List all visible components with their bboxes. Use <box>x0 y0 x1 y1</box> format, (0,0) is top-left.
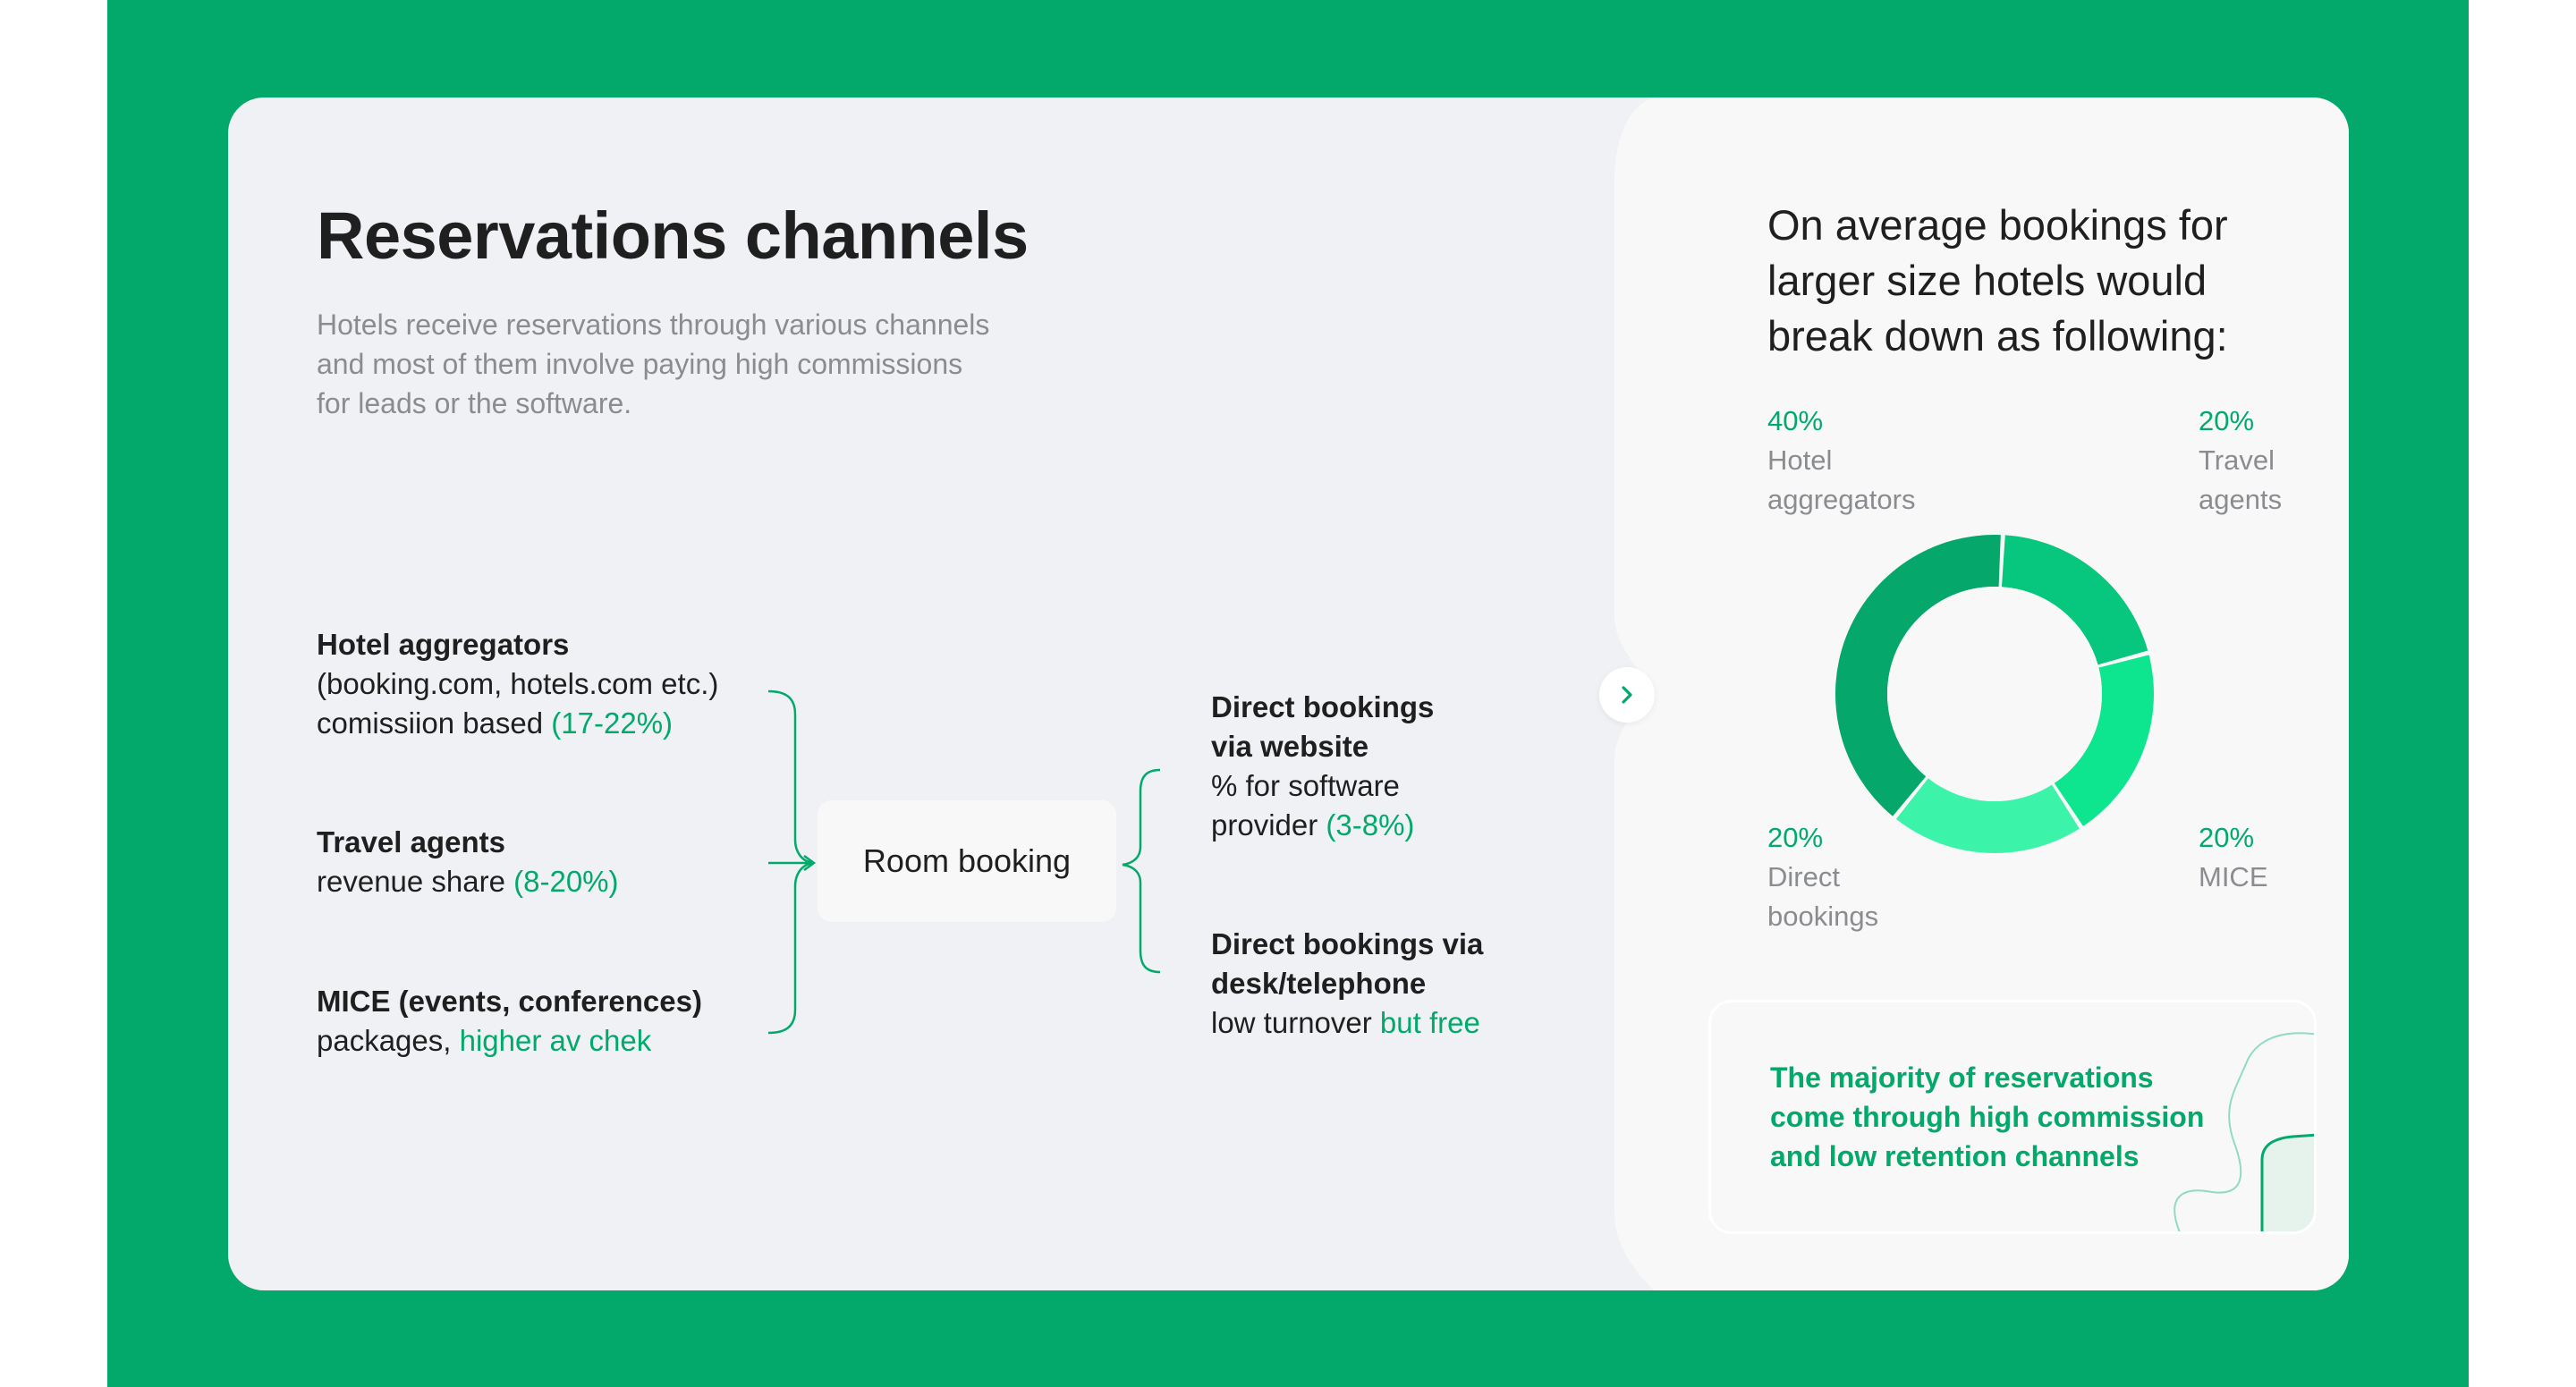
decorative-bar-shape <box>2260 1133 2314 1231</box>
commission-rate: but free <box>1379 1006 1480 1039</box>
source-detail: (booking.com, hotels.com etc.) <box>317 667 719 700</box>
label-name-line2: agents <box>2199 484 2283 515</box>
output-commission: low turnover but free <box>1211 1006 1480 1039</box>
output-name-line2: via website <box>1211 730 1369 763</box>
source-name: Hotel aggregators <box>317 628 570 661</box>
breakdown-title: On average bookings for larger size hote… <box>1767 201 2228 359</box>
output-name-line2: desk/telephone <box>1211 967 1427 1000</box>
output-direct-website: Direct bookings via website % for softwa… <box>1211 688 1434 845</box>
chevron-right-icon <box>1622 686 1632 704</box>
label-name-line2: bookings <box>1767 901 1879 932</box>
output-detail: % for software <box>1211 769 1400 802</box>
source-travel-agents: Travel agents revenue share (8-20%) <box>317 823 619 901</box>
source-name: Travel agents <box>317 825 505 858</box>
label-value: 20% <box>2199 822 2255 853</box>
label-travel-agents: 20% Travel agents <box>2199 402 2282 520</box>
output-commission: provider (3-8%) <box>1211 808 1415 842</box>
page-title: Reservations channels <box>317 199 1029 273</box>
source-commission: packages, higher av chek <box>317 1024 652 1057</box>
commission-rate: (8-20%) <box>513 865 619 898</box>
label-name-line1: Travel <box>2199 444 2275 476</box>
label-name-line1: Direct <box>1767 861 1840 892</box>
sources-bracket <box>767 689 814 1035</box>
source-commission: revenue share (8-20%) <box>317 865 619 898</box>
donut-chart <box>1835 535 2154 853</box>
conclusion-text: The majority of reservations come throug… <box>1770 1061 2205 1172</box>
label-name-line2: aggregators <box>1767 484 1916 515</box>
commission-rate: higher av chek <box>459 1024 652 1057</box>
label-hotel-aggregators: 40% Hotel aggregators <box>1767 402 1915 520</box>
source-name: MICE (events, conferences) <box>317 985 702 1018</box>
label-mice: 20% MICE <box>2199 818 2268 897</box>
output-name-line1: Direct bookings <box>1211 690 1435 723</box>
page-subtitle: Hotels receive reservations through vari… <box>317 309 990 419</box>
label-name-line1: Hotel <box>1767 444 1833 476</box>
slide-card: Reservations channels Hotels receive res… <box>228 97 2349 1290</box>
commission-rate: (17-22%) <box>551 706 674 740</box>
output-name-line1: Direct bookings via <box>1211 927 1484 960</box>
outputs-bracket <box>1122 768 1161 974</box>
source-mice: MICE (events, conferences) packages, hig… <box>317 982 702 1061</box>
label-name-line1: MICE <box>2199 861 2268 892</box>
commission-rate: (3-8%) <box>1326 808 1415 842</box>
room-booking-node: Room booking <box>818 800 1116 922</box>
label-value: 20% <box>2199 405 2255 436</box>
next-arrow-button[interactable] <box>1599 667 1655 723</box>
donut-hole <box>1887 587 2102 801</box>
output-direct-desk: Direct bookings via desk/telephone low t… <box>1211 925 1483 1043</box>
source-commission: comissiion based (17-22%) <box>317 706 674 740</box>
source-hotel-aggregators: Hotel aggregators (booking.com, hotels.c… <box>317 625 718 743</box>
label-value: 40% <box>1767 405 1824 436</box>
conclusion-card: The majority of reservations come throug… <box>1708 1000 2317 1234</box>
